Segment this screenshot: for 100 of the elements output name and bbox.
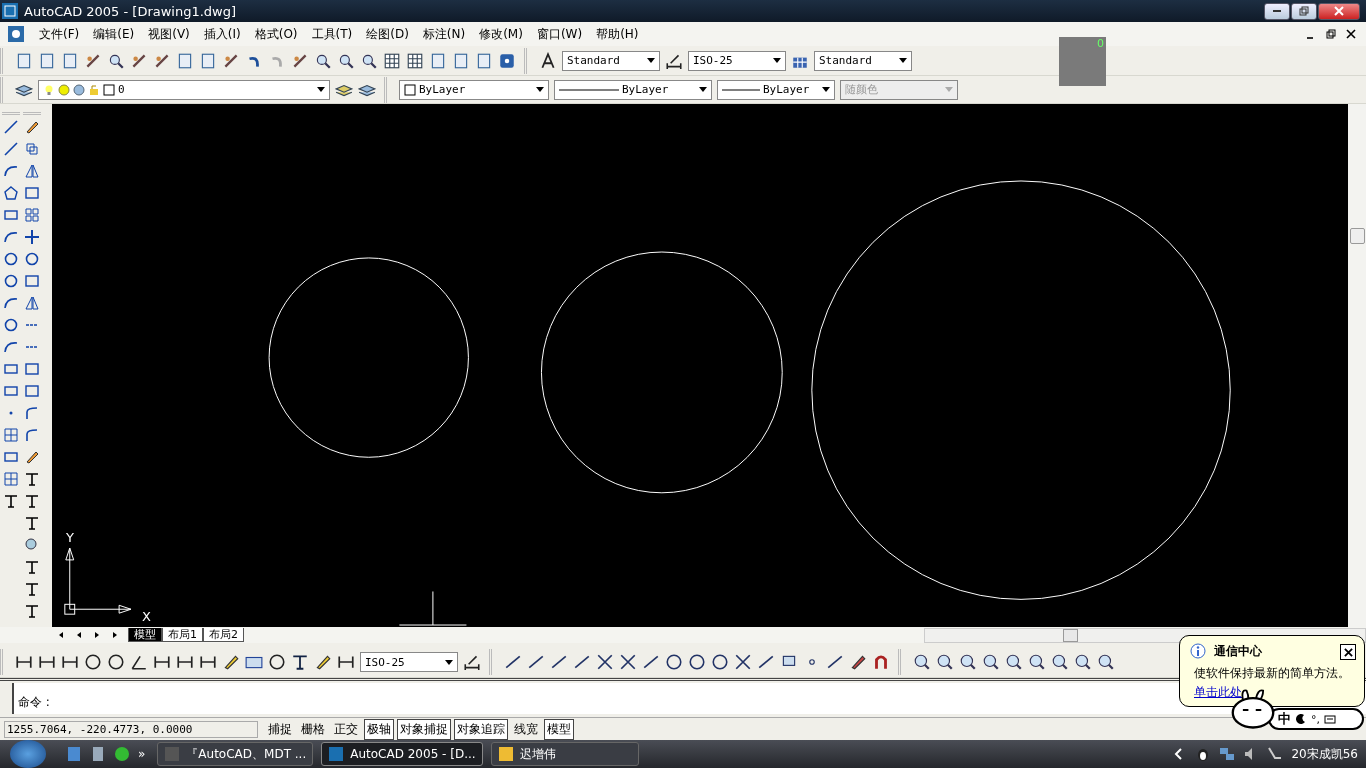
close-icon[interactable] (1346, 29, 1356, 39)
grid-icon[interactable] (406, 51, 424, 70)
menu-item[interactable]: 格式(O) (247, 25, 305, 43)
drawing-canvas[interactable]: Y X (52, 104, 1348, 627)
dimension-icon[interactable] (61, 653, 79, 671)
cross-icon[interactable] (596, 653, 614, 671)
poly-icon[interactable] (2, 185, 20, 201)
zoom-icon[interactable] (982, 653, 1000, 671)
circle-icon[interactable] (688, 653, 706, 671)
taskbar-button[interactable]: AutoCAD 2005 - [D... (321, 742, 483, 766)
circle-icon[interactable] (107, 653, 125, 671)
close-button[interactable] (1340, 644, 1356, 660)
minimize-button[interactable] (1264, 2, 1290, 20)
cross-icon[interactable] (619, 653, 637, 671)
text-style-icon[interactable] (539, 51, 557, 70)
start-button[interactable] (10, 740, 46, 768)
dimension-icon[interactable] (176, 653, 194, 671)
arc-icon[interactable] (872, 653, 890, 671)
layer-dropdown[interactable]: 0 (38, 79, 330, 100)
sun-icon[interactable] (58, 83, 70, 96)
layout-tab[interactable]: 布局1 (162, 628, 203, 642)
line-icon[interactable] (573, 653, 591, 671)
layout-tab[interactable]: 布局2 (203, 628, 244, 642)
line-icon[interactable] (550, 653, 568, 671)
dimension-icon[interactable] (199, 653, 217, 671)
grid-icon[interactable] (383, 51, 401, 70)
status-toggle[interactable]: 线宽 (511, 718, 541, 740)
zoom-icon[interactable] (1051, 653, 1069, 671)
doc-icon[interactable] (429, 51, 447, 70)
zoom-icon[interactable] (1028, 653, 1046, 671)
punctuation-button[interactable]: °, (1311, 712, 1320, 726)
dimension-icon[interactable] (38, 653, 56, 671)
doc-icon[interactable] (452, 51, 470, 70)
status-toggle[interactable]: 对象捕捉 (397, 718, 451, 740)
status-toggle[interactable]: 栅格 (298, 718, 328, 740)
lineweight-dropdown[interactable]: ByLayer (717, 79, 835, 100)
circle-icon[interactable] (84, 653, 102, 671)
table-style-dropdown[interactable]: Standard (814, 50, 912, 71)
restore-button[interactable] (1291, 2, 1317, 20)
line-icon[interactable] (2, 119, 20, 135)
dimension-icon[interactable] (337, 653, 355, 671)
square-icon[interactable] (23, 185, 41, 201)
text-icon[interactable] (23, 471, 41, 487)
circle-icon[interactable] (268, 653, 286, 671)
vertical-scrollbar[interactable] (1348, 104, 1366, 627)
scroll-thumb[interactable] (1063, 628, 1078, 642)
keyboard-icon[interactable] (1324, 713, 1336, 725)
document-icon[interactable] (66, 746, 82, 762)
taskbar-button[interactable]: 『AutoCAD、MDT ... (157, 742, 314, 766)
menu-item[interactable]: 编辑(E) (86, 25, 142, 43)
arc-icon[interactable] (2, 229, 20, 245)
dimension-style-dropdown[interactable]: ISO-25 (360, 652, 458, 672)
line-icon[interactable] (826, 653, 844, 671)
text-icon[interactable] (291, 653, 309, 671)
arc-icon[interactable] (2, 163, 20, 179)
dimension-style-dropdown[interactable]: ISO-25 (688, 50, 786, 71)
notification-link[interactable]: 单击此处 (1194, 684, 1242, 701)
status-toggle[interactable]: 极轴 (364, 718, 394, 740)
text-icon[interactable] (23, 559, 41, 575)
status-toggle[interactable]: 对象追踪 (454, 718, 508, 740)
zoom-icon[interactable] (1005, 653, 1023, 671)
square-icon[interactable] (2, 383, 20, 399)
menu-item[interactable]: 工具(T) (304, 25, 360, 43)
square-icon[interactable] (23, 273, 41, 289)
linetype-dropdown[interactable]: ByLayer (554, 79, 712, 100)
circle-icon[interactable] (2, 251, 20, 267)
menu-item[interactable]: 视图(V) (141, 25, 197, 43)
dimension-icon[interactable] (15, 653, 33, 671)
circle-icon[interactable] (2, 317, 20, 333)
circle-icon[interactable] (2, 273, 20, 289)
color-dropdown[interactable]: ByLayer (399, 79, 549, 100)
sun-icon[interactable] (73, 83, 85, 96)
dimension-style-icon[interactable] (463, 653, 481, 671)
zoom-icon[interactable] (936, 653, 954, 671)
arc-icon[interactable] (2, 339, 20, 355)
line-icon[interactable] (504, 653, 522, 671)
text-icon[interactable] (23, 581, 41, 597)
grid-icon[interactable] (2, 471, 20, 487)
dimension-icon[interactable] (153, 653, 171, 671)
line-icon[interactable] (757, 653, 775, 671)
menu-item[interactable]: 标注(N) (415, 25, 473, 43)
cross-icon[interactable] (23, 229, 41, 245)
layout-tab[interactable]: 模型 (128, 628, 162, 642)
text-icon[interactable] (2, 493, 20, 509)
zoom-icon[interactable] (959, 653, 977, 671)
zoom-icon[interactable] (1097, 653, 1115, 671)
square-icon[interactable] (23, 383, 41, 399)
text-icon[interactable] (23, 493, 41, 509)
grid-icon[interactable] (23, 207, 41, 223)
zoom-icon[interactable] (913, 653, 931, 671)
text-style-dropdown[interactable]: Standard (562, 50, 660, 71)
status-toggle[interactable]: 模型 (544, 718, 574, 740)
menu-item[interactable]: 窗口(W) (529, 25, 590, 43)
line-icon[interactable] (642, 653, 660, 671)
menu-item[interactable]: 插入(I) (196, 25, 248, 43)
copy-icon[interactable] (23, 141, 41, 157)
line-icon[interactable] (2, 141, 20, 157)
menu-item[interactable]: 帮助(H) (589, 25, 646, 43)
menu-item[interactable]: 文件(F) (32, 25, 87, 43)
network-icon[interactable] (1219, 746, 1236, 762)
